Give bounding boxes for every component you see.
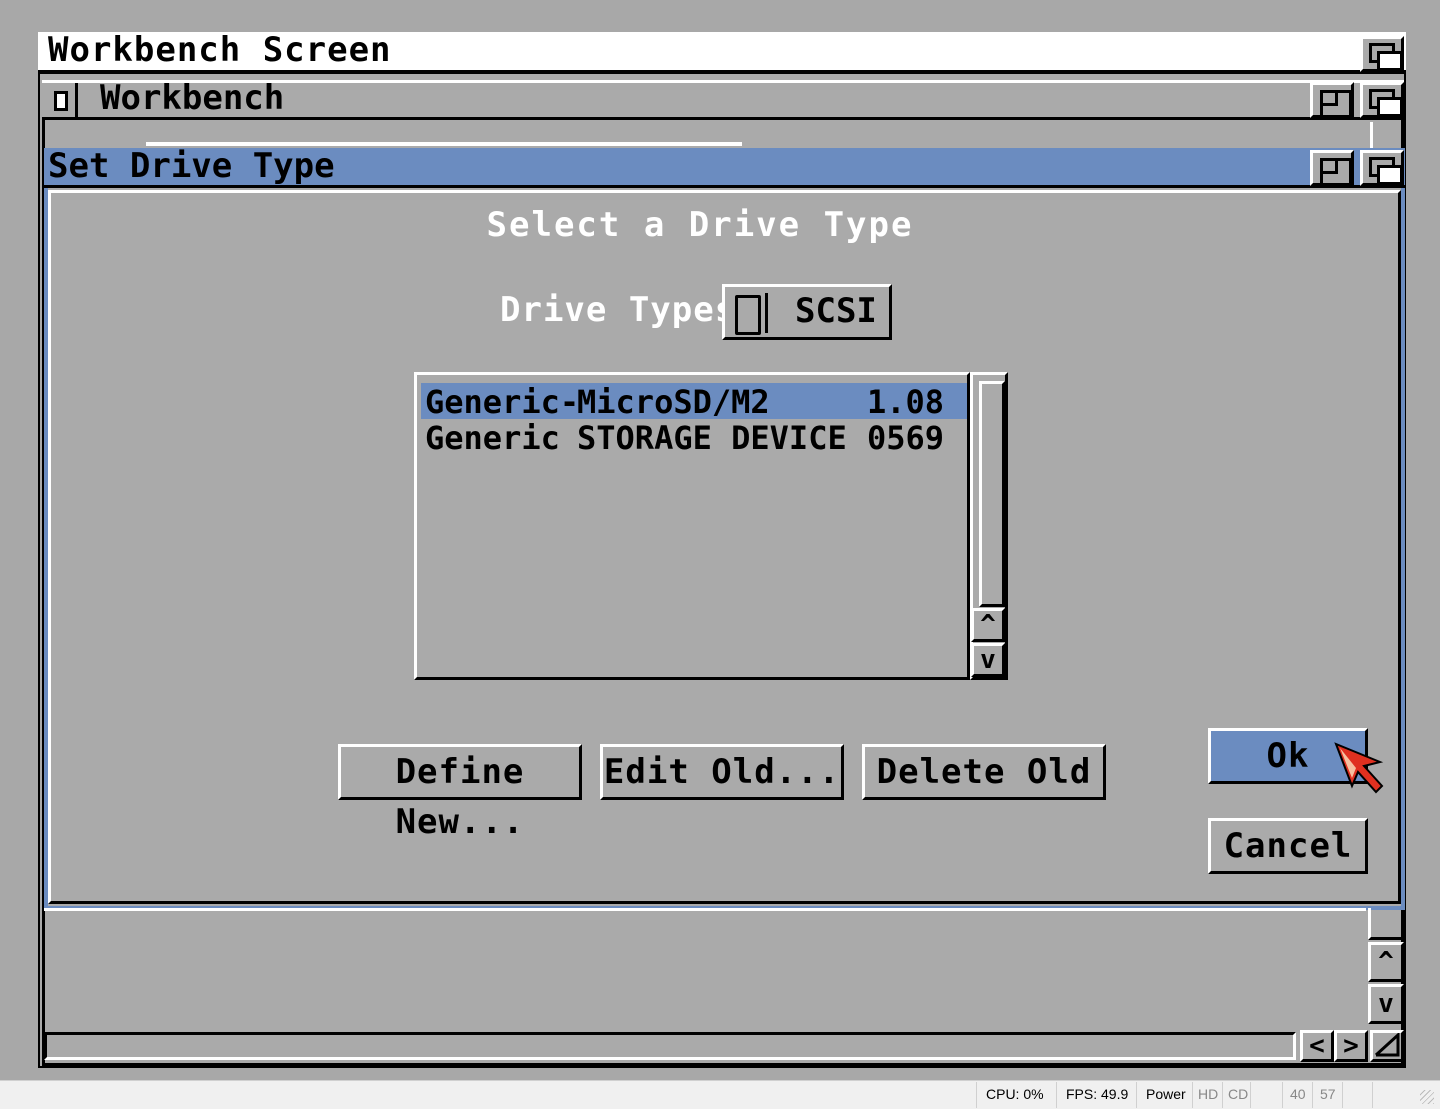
fps-status: FPS: 49.9 <box>1066 1086 1129 1102</box>
workbench-hscrollbar[interactable] <box>44 1032 1296 1060</box>
delete-old-button[interactable]: Delete Old <box>862 744 1106 800</box>
list-scroll-knob[interactable] <box>979 381 1005 607</box>
size-gadget-icon[interactable] <box>1370 1030 1404 1062</box>
emulator-status-bar <box>0 1080 1440 1109</box>
requester-heading: Select a Drive Type <box>486 205 914 245</box>
workbench-vscroll-knob[interactable] <box>1368 908 1404 940</box>
workbench-scroll-down-icon[interactable]: v <box>1368 984 1404 1024</box>
workbench-content-area <box>44 908 1366 1030</box>
workbench-window-title: Workbench <box>100 78 285 118</box>
drive-types-cycle-button[interactable]: SCSI <box>722 284 892 340</box>
list-item[interactable]: Generic- MicroSD/M2 1.08 <box>421 383 967 421</box>
status-counter-2: 57 <box>1320 1086 1336 1102</box>
screen-depth-icon[interactable] <box>1360 36 1404 72</box>
close-icon[interactable] <box>44 83 78 117</box>
list-scroll-up-icon[interactable]: ^ <box>971 608 1005 642</box>
cd-led: CD <box>1228 1086 1249 1102</box>
drive-types-value: SCSI <box>795 291 877 331</box>
cycle-icon <box>735 295 761 335</box>
cancel-button[interactable]: Cancel <box>1208 818 1368 874</box>
list-item[interactable]: Generic STORAGE DEVICE 0569 <box>421 419 967 457</box>
list-scroll-down-icon[interactable]: v <box>971 643 1005 677</box>
workbench-scroll-left-icon[interactable]: < <box>1300 1030 1334 1062</box>
workbench-scroll-top[interactable] <box>1370 122 1404 148</box>
workbench-scroll-right-icon[interactable]: > <box>1334 1030 1368 1062</box>
workbench-depth-icon[interactable] <box>1360 82 1404 118</box>
drive-types-label: Drive Types: <box>500 290 758 330</box>
hd-led: HD <box>1198 1086 1219 1102</box>
edit-old-button[interactable]: Edit Old... <box>600 744 844 800</box>
workbench-scroll-up-icon[interactable]: ^ <box>1368 942 1404 982</box>
workbench-zoom-icon[interactable] <box>1310 82 1354 118</box>
cpu-status: CPU: 0% <box>986 1086 1044 1102</box>
screen-title: Workbench Screen <box>48 30 392 70</box>
mouse-pointer-icon <box>1334 742 1384 794</box>
requester-title: Set Drive Type <box>48 146 335 186</box>
status-counter-1: 40 <box>1290 1086 1306 1102</box>
requester-zoom-icon[interactable] <box>1310 150 1354 186</box>
define-new-button[interactable]: Define New... <box>338 744 582 842</box>
power-led: Power <box>1146 1086 1186 1102</box>
window-resize-grip-icon[interactable] <box>1420 1090 1434 1104</box>
drive-type-list[interactable]: Generic- MicroSD/M2 1.08 Generic STORAGE… <box>414 372 970 680</box>
requester-depth-icon[interactable] <box>1360 150 1404 186</box>
